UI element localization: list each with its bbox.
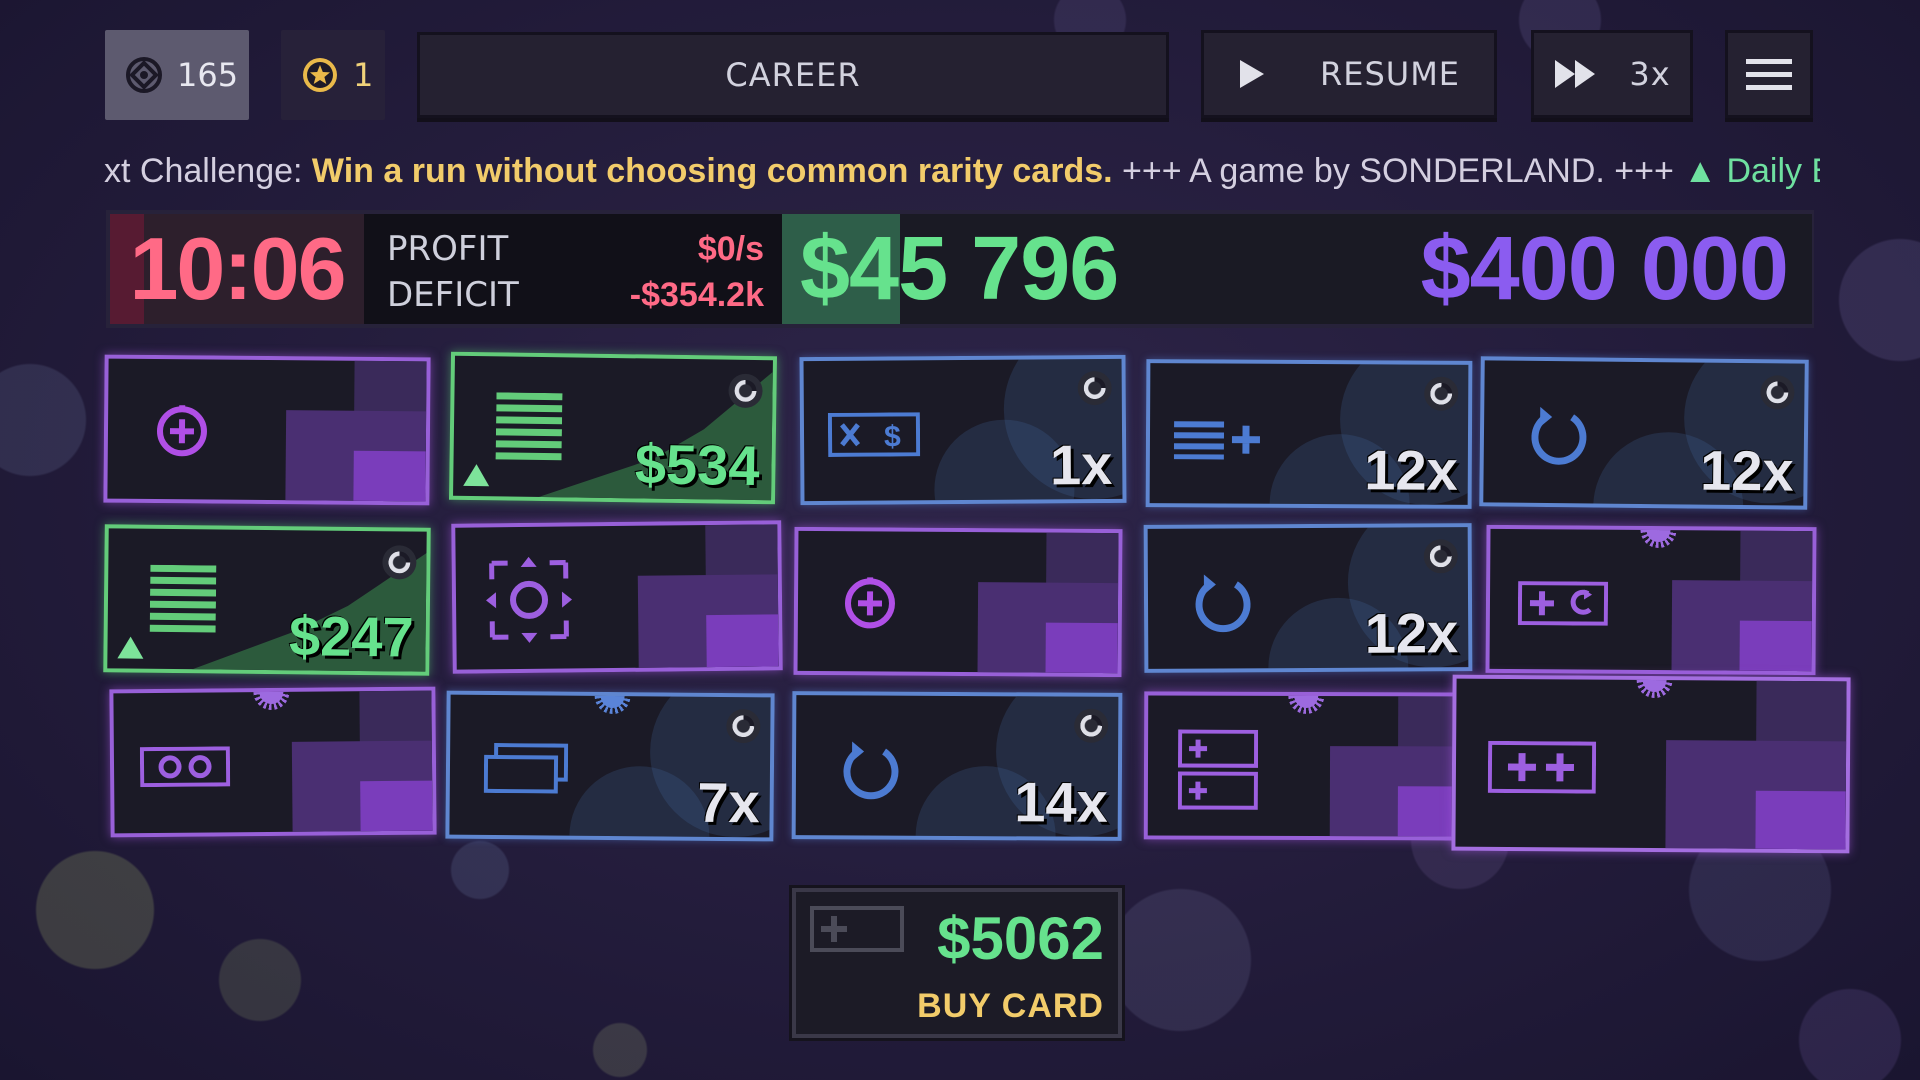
card-income-2[interactable]: $247 [103, 524, 431, 676]
target-coin-icon [126, 57, 162, 93]
star-counter: 1 [281, 30, 385, 120]
card-add-refresh[interactable] [1485, 524, 1817, 676]
card-add-slot[interactable] [103, 354, 431, 506]
card-value: 12x [1364, 438, 1458, 502]
refresh-icon [1195, 574, 1251, 633]
multiply-dollar-icon: $ [827, 412, 921, 457]
refresh-icon [1531, 406, 1587, 465]
card-double-loop[interactable] [109, 686, 437, 838]
card-value: 12x [1699, 438, 1794, 503]
cooldown-timer-icon [1424, 376, 1459, 411]
buy-card-price: $5062 [937, 905, 1104, 972]
news-ticker: xt Challenge: Win a run without choosing… [104, 146, 1820, 196]
ticker-up-arrow-icon: ▲ [1683, 152, 1727, 190]
double-loop-icon [139, 746, 231, 788]
stacked-bills-icon [495, 392, 563, 461]
speed-label: 3x [1629, 55, 1671, 93]
stacked-bills-icon [149, 564, 217, 633]
add-circle-icon [844, 577, 895, 629]
card-refresh-3[interactable]: 14x [791, 691, 1123, 841]
goal-amount: $400 000 [1420, 218, 1789, 319]
ticker-challenge: Win a run without choosing common rarity… [311, 152, 1113, 190]
plus-plus-icon [1487, 740, 1597, 794]
play-icon [1240, 60, 1264, 88]
cooldown-timer-icon [726, 709, 761, 744]
profit-value: $0/s [697, 230, 764, 268]
add-refresh-icon [1517, 581, 1609, 626]
rarity-splat-icon [1640, 530, 1676, 548]
card-list-add[interactable]: 12x [1145, 359, 1473, 509]
resume-label: RESUME [1320, 55, 1461, 93]
rarity-splat-icon [1636, 680, 1672, 698]
rarity-splat-icon [594, 696, 630, 714]
card-multiply-dollar[interactable]: $ 1x [799, 354, 1127, 506]
svg-text:$: $ [884, 420, 901, 453]
refresh-icon [843, 741, 899, 800]
profit-deficit-labels: PROFIT DEFICIT [387, 226, 519, 318]
card-expand-arrows[interactable] [451, 520, 783, 674]
status-panel: 10:06 PROFIT DEFICIT $0/s -$354.2k $45 7… [106, 210, 1814, 328]
list-add-icon [1173, 421, 1260, 460]
rarity-splat-icon [253, 692, 289, 710]
resume-button[interactable]: RESUME [1201, 30, 1497, 118]
card-income-1[interactable]: $534 [448, 351, 778, 505]
hamburger-menu-icon [1746, 59, 1792, 90]
currency-counter: 165 [105, 30, 249, 120]
menu-button[interactable] [1725, 30, 1813, 118]
expand-arrows-icon [486, 556, 573, 643]
balance: $45 796 [800, 218, 1119, 319]
rarity-splat-icon [1288, 696, 1324, 714]
fast-forward-icon [1555, 60, 1596, 88]
profit-deficit-values: $0/s -$354.2k [580, 226, 764, 318]
career-button[interactable]: CAREER [417, 32, 1169, 118]
profit-label: PROFIT [387, 229, 509, 269]
trend-up-icon [463, 463, 490, 487]
card-value: 7x [697, 770, 760, 835]
double-plus-card-icon [1177, 729, 1259, 810]
card-plus-plus[interactable] [1451, 674, 1851, 854]
cooldown-timer-icon [382, 545, 417, 580]
card-value: 1x [1049, 432, 1113, 497]
card-add-slot-2[interactable] [793, 526, 1123, 678]
deficit-value: -$354.2k [629, 276, 764, 314]
cooldown-timer-icon [1074, 708, 1109, 743]
buy-card-label: BUY CARD [917, 987, 1104, 1025]
card-value: $247 [288, 604, 414, 669]
add-circle-icon [156, 405, 207, 457]
cooldown-timer-icon [1423, 539, 1458, 574]
speed-button[interactable]: 3x [1531, 30, 1693, 118]
card-refresh-1[interactable]: 12x [1479, 356, 1809, 510]
ticker-tail: Daily Bull: [1726, 152, 1820, 190]
card-value: $534 [634, 432, 760, 498]
card-refresh-2[interactable]: 12x [1143, 523, 1473, 673]
currency-count: 165 [177, 56, 239, 94]
cooldown-timer-icon [1760, 375, 1795, 410]
cooldown-timer-icon [1077, 370, 1112, 406]
deficit-label: DEFICIT [387, 275, 519, 315]
ticker-middle: +++ A game by SONDERLAND. +++ [1112, 152, 1684, 190]
trend-up-icon [117, 636, 144, 659]
buy-card-button[interactable]: $5062 BUY CARD [792, 888, 1122, 1038]
card-double-plus[interactable] [1143, 691, 1475, 841]
add-card-icon [810, 906, 904, 952]
star-count: 1 [353, 56, 374, 94]
bill-stack-icon [483, 742, 569, 794]
card-bill-stack[interactable]: 7x [445, 690, 775, 842]
timer: 10:06 [129, 219, 346, 318]
card-value: 12x [1364, 601, 1459, 665]
career-label: CAREER [725, 56, 861, 94]
card-value: 14x [1014, 770, 1108, 834]
ticker-prefix: xt Challenge: [104, 152, 312, 190]
star-coin-icon [303, 58, 337, 92]
